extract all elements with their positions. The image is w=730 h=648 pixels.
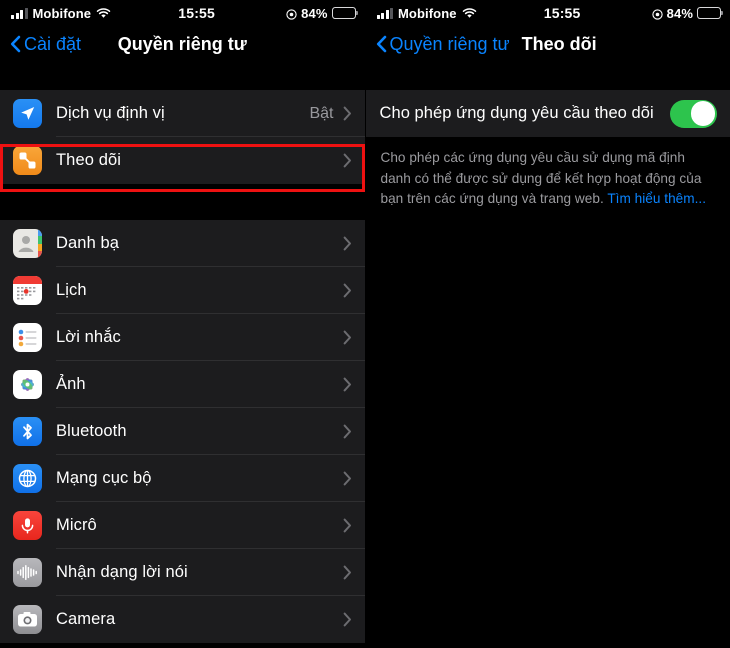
- status-bar-left-group: Mobifone: [11, 6, 111, 21]
- spacer-mid-left: [0, 184, 365, 220]
- row-allow-tracking-requests[interactable]: Cho phép ứng dụng yêu cầu theo dõi: [365, 90, 730, 137]
- contacts-icon: [13, 229, 42, 258]
- carrier-label: Mobifone: [32, 5, 92, 21]
- left-screen-privacy-settings: Mobifone 15:55 84% Cài đặt Quyền riêng t…: [0, 0, 366, 648]
- row-bluetooth[interactable]: Bluetooth: [0, 408, 365, 455]
- spacer-top-left: [0, 62, 365, 90]
- row-label: Bluetooth: [56, 422, 127, 440]
- chevron-right-icon: [343, 236, 352, 251]
- back-button-label: Cài đặt: [24, 33, 82, 54]
- row-label: Micrô: [56, 516, 97, 534]
- carrier-label: Mobifone: [398, 5, 457, 21]
- back-button-privacy[interactable]: Quyền riêng tư: [376, 34, 510, 55]
- status-bar-right-group: 84%: [652, 5, 724, 21]
- learn-more-link[interactable]: Tìm hiểu thêm...: [607, 191, 706, 206]
- clock-label: 15:55: [543, 5, 581, 21]
- row-label: Nhận dạng lời nói: [56, 563, 188, 581]
- globe-icon: [13, 464, 42, 493]
- chevron-right-icon: [343, 612, 352, 627]
- row-location-services[interactable]: Dịch vụ định vị Bật: [0, 90, 365, 137]
- battery-icon: [331, 7, 358, 19]
- chevron-right-icon: [343, 471, 352, 486]
- battery-percent-label: 84%: [301, 5, 328, 21]
- chevron-right-icon: [343, 518, 352, 533]
- battery-percent-label: 84%: [666, 5, 693, 21]
- wifi-icon: [96, 7, 111, 19]
- row-label: Mạng cục bộ: [56, 469, 152, 487]
- row-value: Bật: [309, 104, 334, 122]
- settings-group-app-permissions: Danh bạ Lịch Lời nhắc Ảnh Bluetooth Mạng…: [0, 220, 365, 643]
- spacer-top-right: [365, 62, 730, 90]
- row-speech-recognition[interactable]: Nhận dạng lời nói: [0, 549, 365, 596]
- chevron-right-icon: [343, 153, 352, 168]
- chevron-right-icon: [343, 330, 352, 345]
- row-label: Danh bạ: [56, 234, 120, 252]
- page-title-right: Theo dõi: [521, 33, 597, 54]
- right-screen-tracking-settings: Mobifone 15:55 84% Quyền riêng tư Theo d…: [365, 0, 730, 648]
- back-button-settings[interactable]: Cài đặt: [10, 34, 81, 55]
- status-bar-left-group: Mobifone: [376, 5, 477, 21]
- location-services-icon: [652, 8, 663, 20]
- location-services-icon: [286, 8, 297, 20]
- photos-icon: [13, 370, 42, 399]
- tracking-nodes-icon: [13, 146, 42, 175]
- row-tracking[interactable]: Theo dõi: [0, 137, 365, 184]
- chevron-right-icon: [343, 565, 352, 580]
- row-reminders[interactable]: Lời nhắc: [0, 314, 365, 361]
- toggle-label: Cho phép ứng dụng yêu cầu theo dõi: [379, 104, 654, 122]
- row-label: Lịch: [56, 281, 87, 299]
- signal-bars-icon: [376, 7, 393, 19]
- settings-group-location: Dịch vụ định vị Bật Theo dõi: [0, 90, 365, 184]
- status-bar-left: Mobifone 15:55 84%: [0, 0, 365, 26]
- toggle-knob: [690, 101, 715, 126]
- nav-bar-right: Quyền riêng tư Theo dõi: [365, 26, 730, 62]
- chevron-left-icon: [10, 35, 21, 53]
- row-camera[interactable]: Camera: [0, 596, 365, 643]
- chevron-right-icon: [343, 283, 352, 298]
- row-label: Lời nhắc: [56, 328, 121, 346]
- row-label: Theo dõi: [56, 151, 122, 169]
- reminders-icon: [13, 323, 42, 352]
- clock-label: 15:55: [178, 5, 216, 21]
- wifi-icon: [462, 7, 477, 19]
- row-local-network[interactable]: Mạng cục bộ: [0, 455, 365, 502]
- back-button-label: Quyền riêng tư: [389, 33, 510, 54]
- row-contacts[interactable]: Danh bạ: [0, 220, 365, 267]
- location-arrow-icon: [13, 99, 42, 128]
- row-label: Dịch vụ định vị: [56, 104, 165, 122]
- row-calendar[interactable]: Lịch: [0, 267, 365, 314]
- row-label: Ảnh: [56, 375, 86, 393]
- allow-tracking-toggle[interactable]: [670, 99, 717, 128]
- chevron-right-icon: [343, 424, 352, 439]
- battery-icon: [697, 7, 724, 19]
- dual-screenshot-container: Mobifone 15:55 84% Cài đặt Quyền riêng t…: [0, 0, 730, 648]
- calendar-icon: [13, 276, 42, 305]
- microphone-icon: [13, 511, 42, 540]
- row-microphone[interactable]: Micrô: [0, 502, 365, 549]
- chevron-left-icon: [376, 35, 387, 53]
- camera-icon: [13, 605, 42, 634]
- status-bar-right: Mobifone 15:55 84%: [366, 0, 730, 26]
- tracking-description: Cho phép các ứng dụng yêu cầu sử dụng mã…: [366, 137, 730, 210]
- row-label: Camera: [56, 610, 116, 628]
- waveform-icon: [13, 558, 42, 587]
- contacts-color-tabs: [38, 229, 42, 258]
- chevron-right-icon: [343, 377, 352, 392]
- status-bar-right-group: 84%: [286, 5, 358, 21]
- bluetooth-icon: [13, 417, 42, 446]
- nav-bar-left: Cài đặt Quyền riêng tư: [0, 26, 365, 62]
- chevron-right-icon: [343, 106, 352, 121]
- signal-bars-icon: [11, 7, 28, 19]
- row-photos[interactable]: Ảnh: [0, 361, 365, 408]
